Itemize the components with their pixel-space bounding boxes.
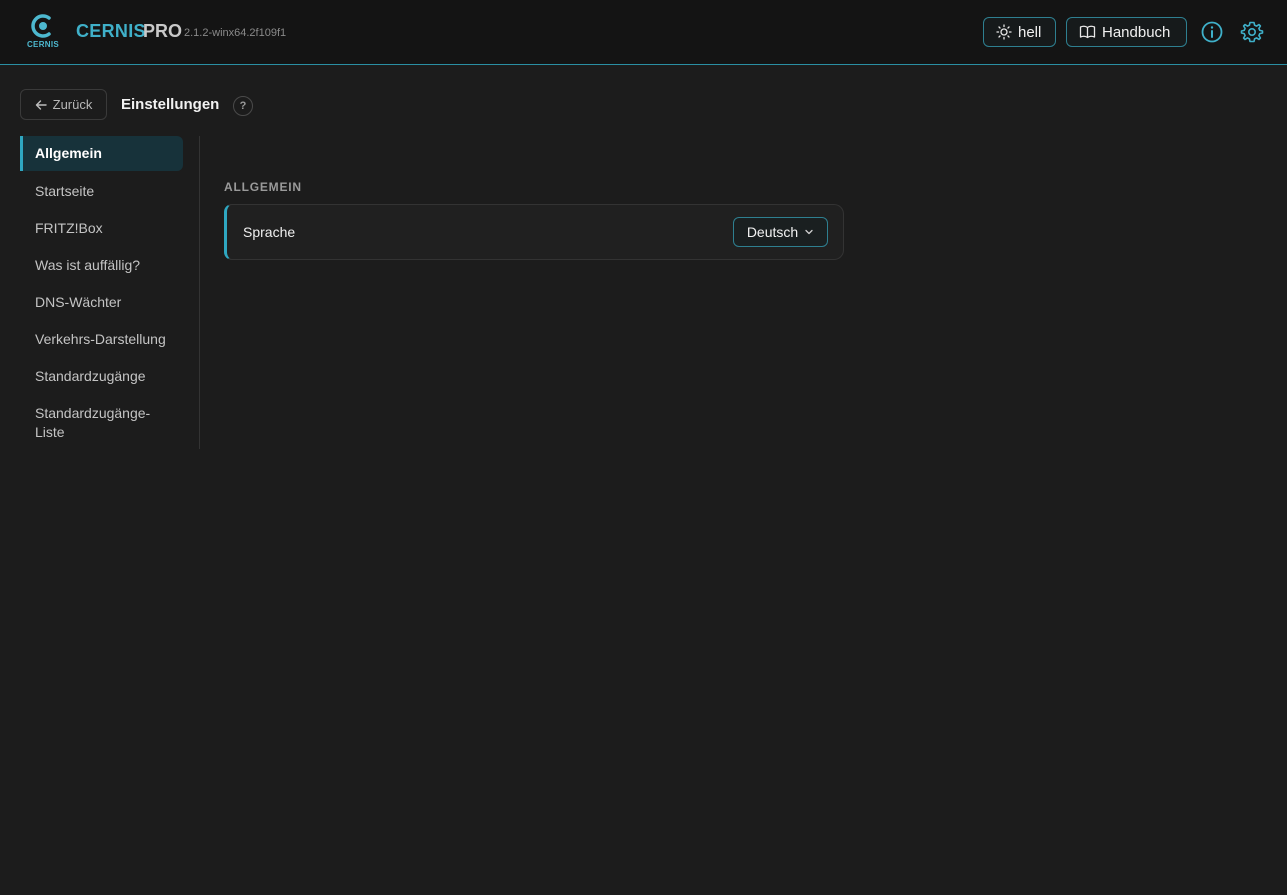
top-bar: CERNIS CERNIS PRO 2.1.2-winx64.2f109f1 h… <box>0 0 1287 65</box>
sidebar-item-auffaellig[interactable]: Was ist auffällig? <box>20 256 183 275</box>
app-edition: PRO <box>143 21 183 41</box>
sidebar-item-standardzugaenge[interactable]: Standardzugänge <box>20 367 183 386</box>
page-title: Einstellungen <box>121 96 220 113</box>
sidebar-item-standardzugaenge-liste[interactable]: Standardzugänge- Liste <box>20 404 183 442</box>
settings-sidebar: Allgemein Startseite FRITZ!Box Was ist a… <box>20 136 200 449</box>
setting-label: Sprache <box>243 224 296 240</box>
arrow-left-icon <box>35 99 47 110</box>
sun-icon <box>996 24 1012 40</box>
back-button-label: Zurück <box>52 97 93 112</box>
theme-button-label: hell <box>1018 23 1042 41</box>
manual-button[interactable]: Handbuch <box>1066 17 1187 47</box>
gear-icon[interactable] <box>1240 20 1264 44</box>
sidebar-item-startseite[interactable]: Startseite <box>20 182 183 201</box>
back-button[interactable]: Zurück <box>20 89 107 120</box>
sidebar-item-verkehrs-darstellung[interactable]: Verkehrs-Darstellung <box>20 330 183 349</box>
sidebar-item-fritzbox[interactable]: FRITZ!Box <box>20 219 183 238</box>
sidebar-item-dns-waechter[interactable]: DNS-Wächter <box>20 293 183 312</box>
language-select[interactable]: Deutsch <box>733 217 828 247</box>
chevron-down-icon <box>805 229 813 235</box>
info-icon[interactable] <box>1200 20 1224 44</box>
cernis-logo: CERNIS <box>22 12 64 54</box>
manual-button-label: Handbuch <box>1102 23 1171 41</box>
app-version: 2.1.2-winx64.2f109f1 <box>184 27 287 39</box>
theme-toggle-button[interactable]: hell <box>983 17 1056 47</box>
help-icon[interactable]: ? <box>233 96 253 116</box>
sidebar-item-allgemein[interactable]: Allgemein <box>20 136 183 171</box>
logo-text: CERNIS <box>26 40 60 49</box>
language-select-value: Deutsch <box>746 224 799 240</box>
setting-row-language: Sprache Deutsch <box>224 204 844 260</box>
book-icon <box>1079 25 1096 39</box>
section-heading: ALLGEMEIN <box>224 180 302 194</box>
app-brand: CERNIS <box>76 21 146 41</box>
logo-icon <box>31 14 51 38</box>
